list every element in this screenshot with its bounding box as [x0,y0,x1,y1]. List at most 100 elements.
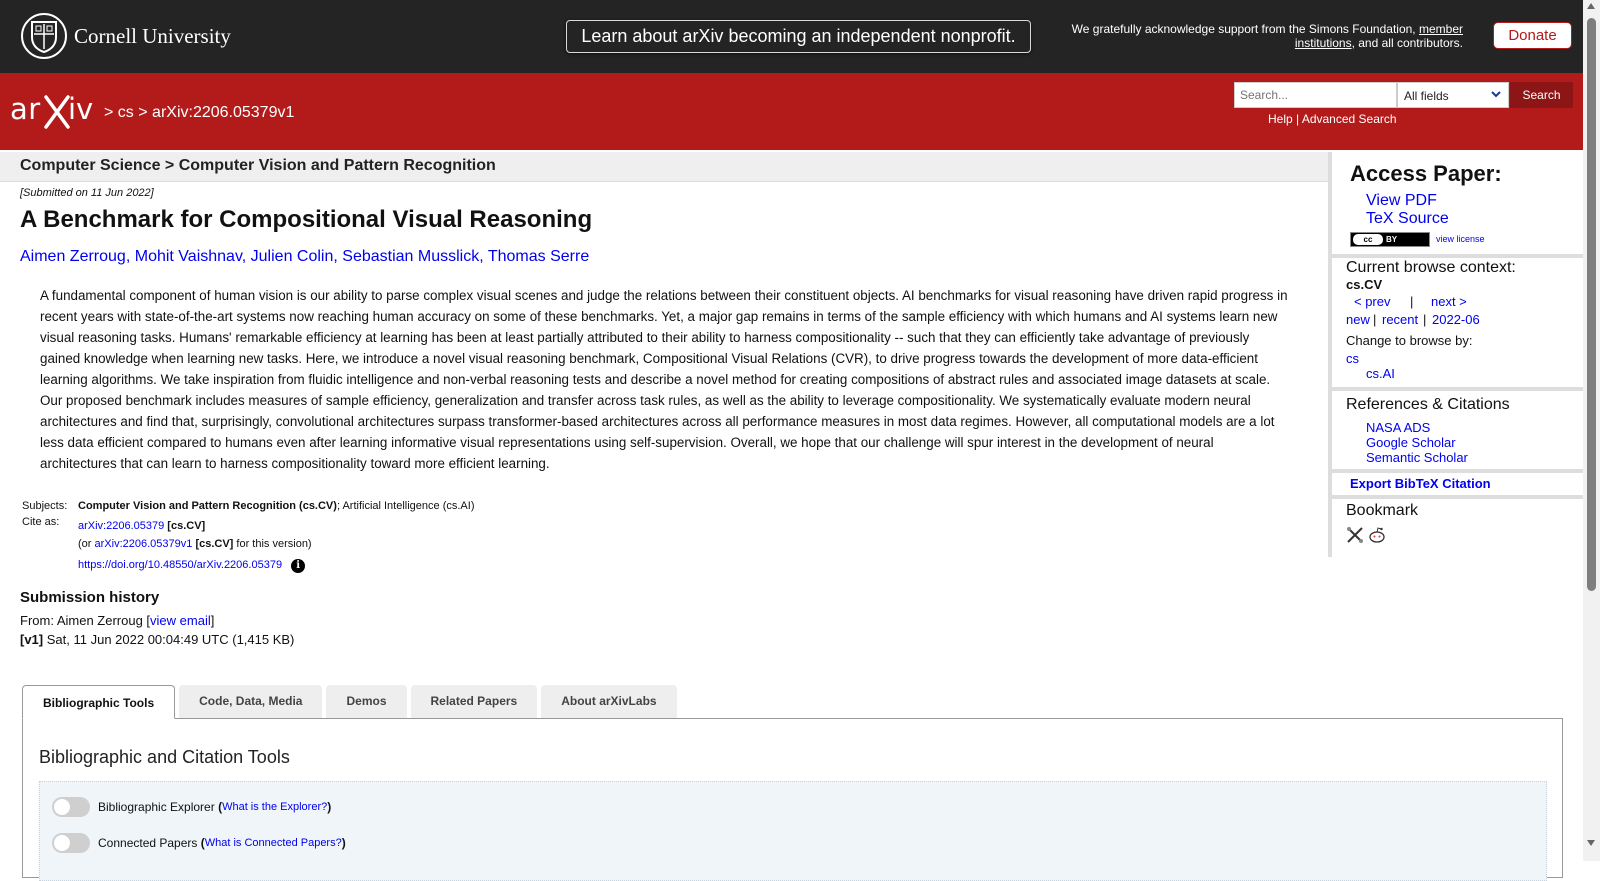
doi-link[interactable]: https://doi.org/10.48550/arXiv.2206.0537… [78,559,282,571]
donate-button[interactable]: Donate [1493,22,1572,49]
new-link[interactable]: new [1346,312,1370,327]
support-text: We gratefully acknowledge support from t… [1023,22,1463,50]
tab-about-arxivlabs[interactable]: About arXivLabs [541,685,677,718]
scroll-thumb[interactable] [1587,18,1596,591]
view-pdf-link[interactable]: View PDF [1366,192,1437,210]
submitted-date: [Submitted on 11 Jun 2022] [20,187,154,199]
author-link[interactable]: Mohit Vaishnav [135,248,242,265]
advanced-search-link[interactable]: Advanced Search [1302,112,1397,126]
tools-box: Bibliographic Explorer (What is the Expl… [39,781,1547,881]
bibsonomy-icon[interactable] [1346,526,1364,549]
subjects-value: Computer Vision and Pattern Recognition … [78,496,475,516]
nasa-ads-link[interactable]: NASA ADS [1366,420,1430,435]
breadcrumb-sep: > [104,104,114,121]
explorer-help-link[interactable]: What is the Explorer? [222,801,327,813]
cite-version-suffix: for this version) [236,538,312,550]
info-icon[interactable]: i [291,559,306,573]
right-sidebar: Access Paper: View PDF TeX Source cc BY … [1328,152,1590,557]
tab-code-data-media[interactable]: Code, Data, Media [179,685,323,718]
panel-title: Bibliographic and Citation Tools [39,747,290,767]
scroll-up-arrow[interactable] [1587,3,1595,9]
cite-label: Cite as: [22,516,60,528]
view-email-link[interactable]: view email [150,613,211,628]
paren-close: ) [341,836,346,850]
sidebar-divider [1332,254,1590,258]
next-link[interactable]: next > [1431,294,1467,309]
google-scholar-link[interactable]: Google Scholar [1366,435,1456,450]
cite-id-link[interactable]: arXiv:2206.05379 [78,520,164,532]
reddit-icon[interactable] [1368,526,1386,549]
search-button[interactable]: Search [1510,82,1573,108]
subjects-label: Subjects: [22,500,68,512]
version-entry: [v1] Sat, 11 Jun 2022 00:04:49 UTC (1,41… [20,632,294,647]
help-link[interactable]: Help [1268,112,1293,126]
cite-row: Cite as: arXiv:2206.05379 [cs.CV] (or ar… [20,516,475,577]
connected-papers-help-link[interactable]: What is Connected Papers? [205,837,342,849]
help-links: Help | Advanced Search [1268,112,1397,126]
author-link[interactable]: Aimen Zerroug [20,248,126,265]
cite-value: arXiv:2206.05379 [cs.CV] (or arXiv:2206.… [78,516,312,577]
breadcrumb-sep: > [138,104,148,121]
arxiv-header: ar iv > cs > arXiv:2206.05379v1 All fiel… [0,73,1583,150]
author-link[interactable]: Thomas Serre [488,248,589,265]
svg-text:ar: ar [10,92,41,126]
abstract: A fundamental component of human vision … [40,288,1288,471]
paper-title: A Benchmark for Compositional Visual Rea… [20,206,593,233]
view-license-link[interactable]: view license [1436,234,1485,244]
institutions-link[interactable]: institutions [1295,36,1352,50]
explorer-toggle[interactable] [52,797,90,817]
version-date: Sat, 11 Jun 2022 00:04:49 UTC (1,415 KB) [46,632,295,647]
cornell-logo[interactable]: Cornell University [21,13,231,59]
support-suffix: , and all contributors. [1351,36,1463,50]
cc-mark: cc [1353,234,1383,245]
access-paper-heading: Access Paper: [1350,161,1502,186]
cc-by-license-icon[interactable]: cc BY [1350,232,1430,247]
tab-demos[interactable]: Demos [326,685,407,718]
page-scrollbar[interactable] [1583,0,1600,861]
sidebar-divider [1332,469,1590,473]
by-mark: BY [1386,235,1398,244]
arxiv-logo[interactable]: ar iv [10,91,102,136]
paren-close: ) [327,800,332,814]
svg-text:iv: iv [68,92,93,126]
cornell-seal-icon [21,13,67,59]
member-link[interactable]: member [1419,22,1463,36]
browse-cs-link[interactable]: cs [1346,351,1359,366]
explorer-label: Bibliographic Explorer [98,800,215,814]
tab-related-papers[interactable]: Related Papers [410,685,538,718]
tab-bibliographic-tools[interactable]: Bibliographic Tools [22,685,176,719]
nonprofit-notice-button[interactable]: Learn about arXiv becoming an independen… [566,20,1031,53]
metadata-table: Subjects: Computer Vision and Pattern Re… [20,496,475,577]
scroll-down-arrow[interactable] [1587,840,1595,846]
cite-category: [cs.CV] [167,520,206,532]
breadcrumb: > cs > arXiv:2206.05379v1 [104,104,294,122]
semantic-scholar-link[interactable]: Semantic Scholar [1366,450,1468,465]
bookmark-heading: Bookmark [1346,502,1419,519]
search-field-select[interactable]: All fields [1397,82,1509,108]
connected-papers-toggle[interactable] [52,833,90,853]
browse-cs-ai-link[interactable]: cs.AI [1366,366,1395,381]
export-bibtex-link[interactable]: Export BibTeX Citation [1350,476,1491,491]
references-heading: References & Citations [1346,396,1510,413]
search-input[interactable] [1234,82,1397,108]
author-link[interactable]: Sebastian Musslick [342,248,479,265]
author-sep: , [479,248,484,265]
browse-context-heading: Current browse context: [1346,259,1516,276]
cite-version-category: [cs.CV] [195,538,234,550]
breadcrumb-cs[interactable]: cs [118,104,134,121]
bookmark-icons [1346,526,1386,549]
help-sep: | [1296,112,1300,126]
recent-link[interactable]: recent [1382,312,1418,327]
nav-sep: | [1410,294,1414,309]
month-link[interactable]: 2022-06 [1432,312,1480,327]
browse-context-value: cs.CV [1346,277,1383,292]
prev-link[interactable]: < prev [1354,294,1391,309]
tex-source-link[interactable]: TeX Source [1366,210,1449,228]
sidebar-divider [1332,495,1590,499]
cite-version-link[interactable]: arXiv:2206.05379v1 [95,538,193,550]
cite-or: (or [78,538,92,550]
labs-tabs: Bibliographic Tools Code, Data, Media De… [22,685,681,719]
submitter-close: ] [210,613,215,628]
nav-sep: | [1373,312,1377,327]
author-link[interactable]: Julien Colin [251,248,334,265]
